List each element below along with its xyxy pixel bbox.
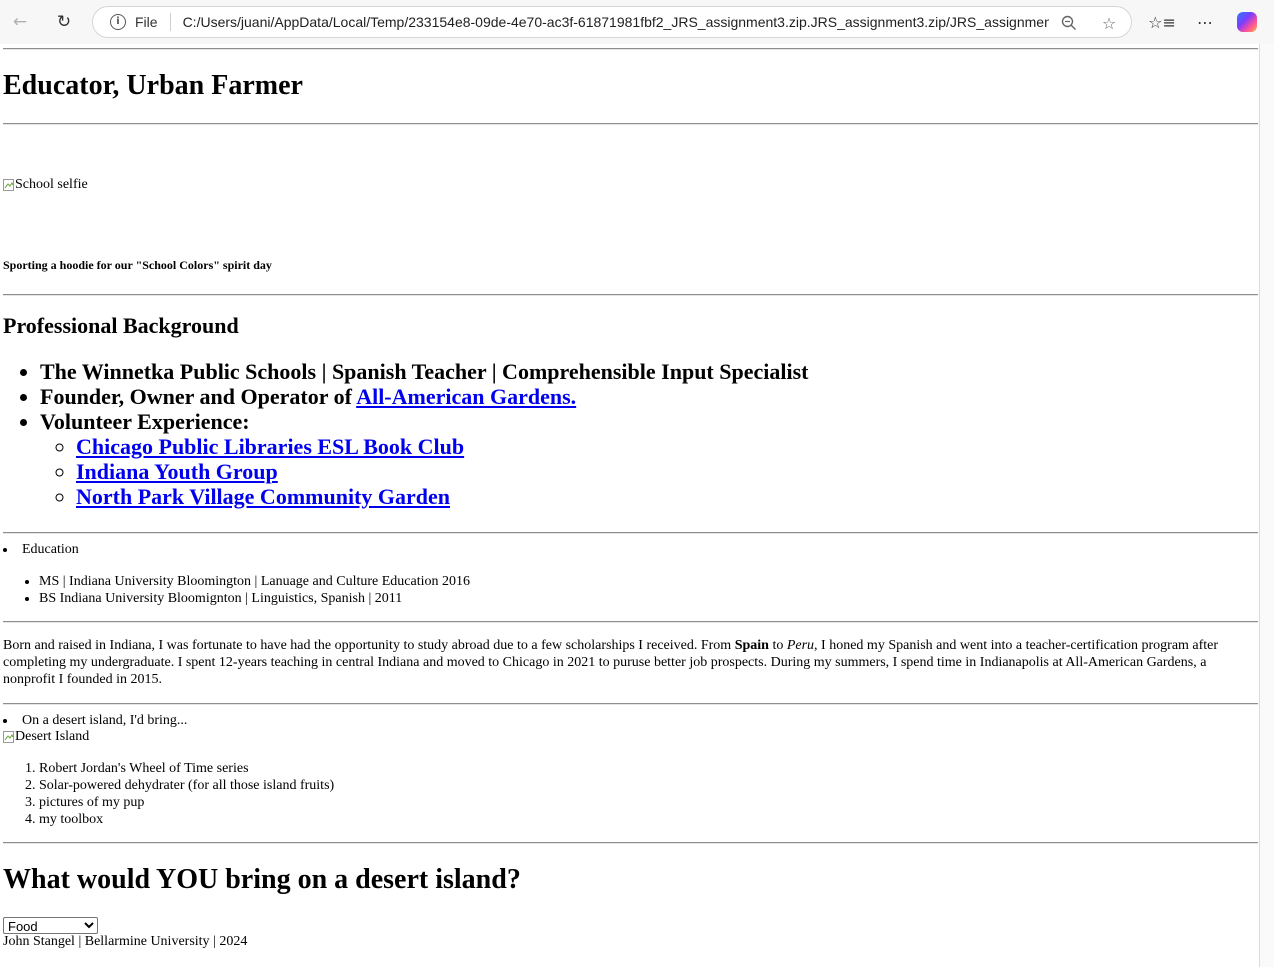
chicago-library-link[interactable]: Chicago Public Libraries ESL Book Club <box>76 434 464 459</box>
side-panel-edge <box>1259 44 1274 967</box>
more-dots-icon: ⋯ <box>1197 12 1213 32</box>
desert-island-alt-text: Desert Island <box>15 729 90 744</box>
education-heading: Education <box>3 541 79 558</box>
refresh-button[interactable]: ↻ <box>49 7 79 37</box>
professional-list: The Winnetka Public Schools | Spanish Te… <box>3 359 808 509</box>
broken-image-icon <box>3 178 15 192</box>
all-american-gardens-link[interactable]: All-American Gardens. <box>356 384 576 409</box>
list-item: Solar-powered dehydrater (for all those … <box>39 777 334 794</box>
page-title: Educator, Urban Farmer <box>3 70 303 101</box>
footer-text: John Stangel | Bellarmine University | 2… <box>3 934 248 949</box>
list-item: pictures of my pup <box>39 794 334 811</box>
info-icon[interactable]: i <box>110 14 126 30</box>
question-heading: What would YOU bring on a desert island? <box>3 864 521 895</box>
list-item: Robert Jordan's Wheel of Time series <box>39 760 334 777</box>
divider <box>3 123 1258 125</box>
bio-text: to <box>768 638 787 653</box>
back-button[interactable]: ← <box>5 7 35 37</box>
indiana-youth-group-link[interactable]: Indiana Youth Group <box>76 459 278 484</box>
favorites-button[interactable]: ☆≡ <box>1147 7 1177 37</box>
list-item: North Park Village Community Garden <box>76 484 808 509</box>
desert-island-image: Desert Island <box>3 729 89 745</box>
list-item: MS | Indiana University Bloomington | La… <box>39 573 470 590</box>
divider <box>3 532 1258 534</box>
refresh-icon: ↻ <box>56 12 72 32</box>
divider <box>3 294 1258 296</box>
list-item: Chicago Public Libraries ESL Book Club <box>76 434 808 459</box>
list-item: The Winnetka Public Schools | Spanish Te… <box>40 359 808 384</box>
island-list: Robert Jordan's Wheel of Time series Sol… <box>3 760 334 828</box>
item-text: Founder, Owner and Operator of <box>40 384 357 409</box>
divider <box>3 48 1258 50</box>
favorites-list-icon: ☆≡ <box>1148 12 1176 32</box>
broken-image-icon <box>3 730 15 744</box>
school-selfie-alt-text: School selfie <box>15 177 88 192</box>
divider <box>3 842 1258 844</box>
list-item: Indiana Youth Group <box>76 459 808 484</box>
bio-paragraph: Born and raised in Indiana, I was fortun… <box>3 637 1258 688</box>
bio-peru: Peru <box>786 638 815 653</box>
list-item: my toolbox <box>39 811 334 828</box>
list-item: Founder, Owner and Operator of All-Ameri… <box>40 384 808 409</box>
bio-spain: Spain <box>734 638 769 653</box>
education-list: MS | Indiana University Bloomington | La… <box>3 573 470 607</box>
back-arrow-icon: ← <box>12 12 28 32</box>
list-item: Volunteer Experience: Chicago Public Lib… <box>40 409 808 509</box>
island-heading-list: On a desert island, I'd bring... <box>3 712 187 729</box>
bio-text: Born and raised in Indiana, I was fortun… <box>3 638 735 653</box>
divider <box>3 621 1258 623</box>
divider <box>3 703 1258 705</box>
browser-toolbar: ← ↻ i File C:/Users/juani/AppData/Local/… <box>0 0 1274 44</box>
file-label: File <box>135 14 158 30</box>
copilot-button[interactable] <box>1232 7 1262 37</box>
address-bar[interactable]: i File C:/Users/juani/AppData/Local/Temp… <box>92 6 1132 38</box>
school-selfie-image: School selfie <box>3 177 88 193</box>
more-options-button[interactable]: ⋯ <box>1190 7 1220 37</box>
copilot-icon <box>1237 12 1257 32</box>
north-park-garden-link[interactable]: North Park Village Community Garden <box>76 484 450 509</box>
item-text: The Winnetka Public Schools | Spanish Te… <box>40 359 809 384</box>
education-heading-list: Education <box>3 541 79 558</box>
volunteer-list: Chicago Public Libraries ESL Book Club I… <box>40 434 808 509</box>
desert-island-dropdown[interactable]: Food <box>3 917 98 934</box>
address-divider <box>169 13 171 31</box>
island-heading: On a desert island, I'd bring... <box>3 712 187 729</box>
item-text: Volunteer Experience: <box>40 409 250 434</box>
zoom-icon[interactable] <box>1059 13 1079 33</box>
professional-heading: Professional Background <box>3 313 239 338</box>
school-caption: Sporting a hoodie for our "School Colors… <box>3 258 272 272</box>
list-item: BS Indiana University Bloomignton | Ling… <box>39 590 470 607</box>
favorite-star-icon[interactable]: ☆ <box>1099 13 1119 33</box>
url-text[interactable]: C:/Users/juani/AppData/Local/Temp/233154… <box>183 14 1049 30</box>
